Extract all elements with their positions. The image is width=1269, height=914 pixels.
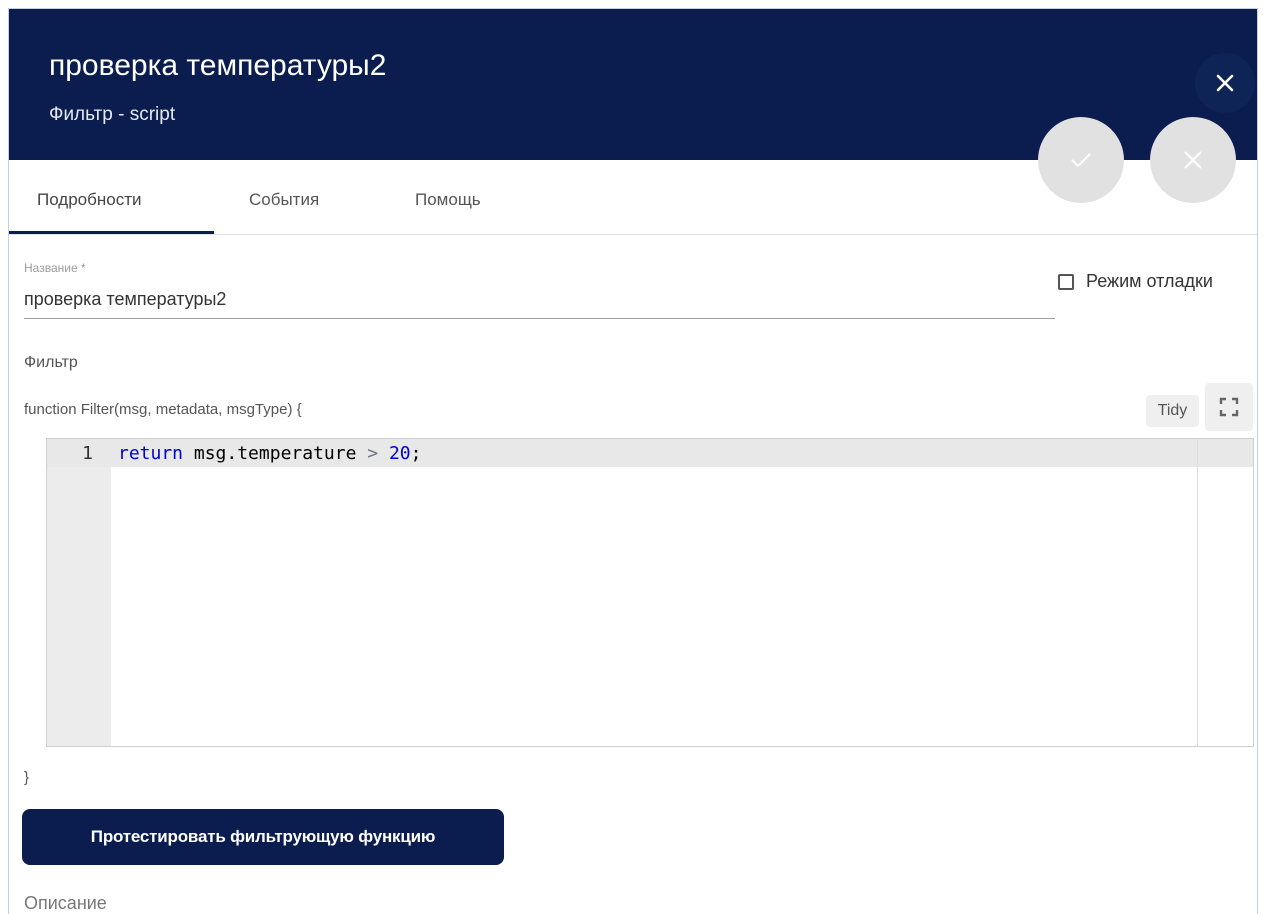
function-closing-brace: }	[24, 769, 30, 786]
close-dialog-button[interactable]	[1195, 53, 1255, 113]
editor-gutter	[47, 439, 111, 746]
dialog-title: проверка температуры2	[49, 49, 387, 82]
fullscreen-icon	[1219, 397, 1239, 417]
rule-node-dialog: проверка температуры2 Фильтр - script По…	[8, 8, 1258, 914]
function-signature: function Filter(msg, metadata, msgType) …	[24, 401, 302, 418]
test-filter-function-button[interactable]: Протестировать фильтрующую функцию	[22, 809, 504, 865]
active-tab-indicator	[9, 231, 214, 234]
filter-section-label: Фильтр	[24, 354, 78, 371]
tab-bar: Подробности События Помощь	[9, 160, 1257, 235]
description-label: Описание	[24, 893, 107, 913]
dialog-subtitle: Фильтр - script	[49, 104, 176, 125]
name-input-underline	[24, 318, 1055, 319]
print-margin	[1197, 439, 1198, 746]
tab-events[interactable]: События	[249, 190, 319, 210]
debug-mode-label: Режим отладки	[1086, 271, 1213, 291]
tab-details[interactable]: Подробности	[37, 190, 142, 210]
name-field-label: Название *	[24, 261, 86, 275]
code-operator: >	[367, 443, 379, 464]
code-number: 20	[388, 443, 411, 464]
close-icon	[1216, 74, 1234, 92]
tidy-button[interactable]: Tidy	[1146, 395, 1199, 427]
code-text: msg.temperature	[183, 443, 368, 464]
name-input[interactable]	[24, 289, 1055, 310]
code-line[interactable]: return msg.temperature > 20;	[118, 443, 421, 464]
checkbox-box[interactable]	[1058, 273, 1074, 290]
code-keyword: return	[118, 443, 184, 464]
line-number: 1	[82, 443, 93, 464]
debug-mode-checkbox[interactable]: Режим отладки	[1058, 271, 1213, 292]
code-editor[interactable]: 1 return msg.temperature > 20;	[46, 438, 1254, 747]
tab-help[interactable]: Помощь	[415, 190, 481, 210]
code-semicolon: ;	[410, 443, 422, 464]
fullscreen-button[interactable]	[1205, 383, 1253, 431]
